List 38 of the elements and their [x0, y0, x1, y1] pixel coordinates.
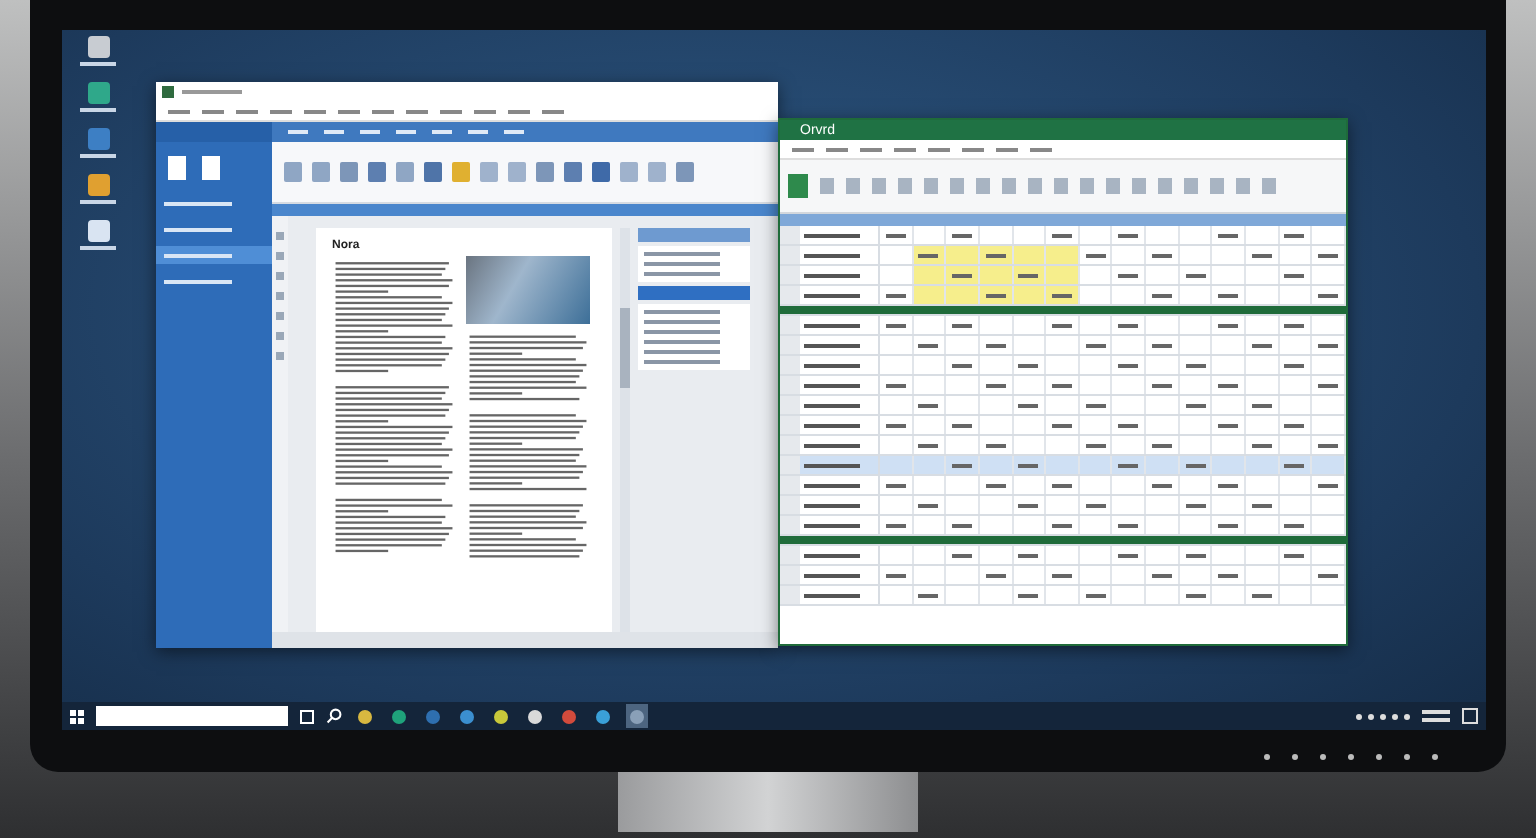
sheet-row[interactable]	[780, 246, 1346, 266]
task-view-icon[interactable]	[300, 709, 314, 723]
clock-drawing	[1422, 710, 1450, 722]
monitor-button[interactable]	[1376, 754, 1382, 760]
search-icon[interactable]	[326, 708, 342, 724]
app-icon	[162, 86, 174, 98]
photo-placeholder	[466, 256, 590, 324]
sheet-row[interactable]	[780, 396, 1346, 416]
sheet-row[interactable]	[780, 546, 1346, 566]
sheet-row[interactable]	[780, 496, 1346, 516]
notification-icon[interactable]	[1462, 708, 1478, 724]
windows-start-icon[interactable]	[70, 709, 84, 723]
tab-bar[interactable]	[272, 122, 778, 142]
sheet-row[interactable]	[780, 336, 1346, 356]
sheet-row[interactable]	[780, 356, 1346, 376]
menu-bar[interactable]	[780, 140, 1346, 160]
sheet-row[interactable]	[780, 586, 1346, 606]
sheet-row[interactable]	[780, 536, 1346, 546]
sheet-row[interactable]	[780, 476, 1346, 496]
sheet-row[interactable]	[780, 566, 1346, 586]
monitor-button[interactable]	[1432, 754, 1438, 760]
sheet-row[interactable]	[780, 316, 1346, 336]
sheet-row[interactable]	[780, 416, 1346, 436]
monitor-button[interactable]	[1292, 754, 1298, 760]
search-field[interactable]	[96, 706, 288, 726]
sheet-row[interactable]	[780, 266, 1346, 286]
monitor-button[interactable]	[1348, 754, 1354, 760]
sheet-row[interactable]	[780, 376, 1346, 396]
system-tray-icons	[1356, 713, 1410, 719]
monitor-button[interactable]	[1264, 754, 1270, 760]
sheet-row[interactable]	[780, 456, 1346, 476]
menu-bar[interactable]	[156, 102, 778, 122]
monitor-button[interactable]	[1320, 754, 1326, 760]
panel-item[interactable]	[156, 246, 272, 264]
panel-header	[156, 122, 272, 142]
sheet-row[interactable]	[780, 306, 1346, 316]
monitor-button[interactable]	[1404, 754, 1410, 760]
scrollbar[interactable]	[620, 228, 630, 632]
